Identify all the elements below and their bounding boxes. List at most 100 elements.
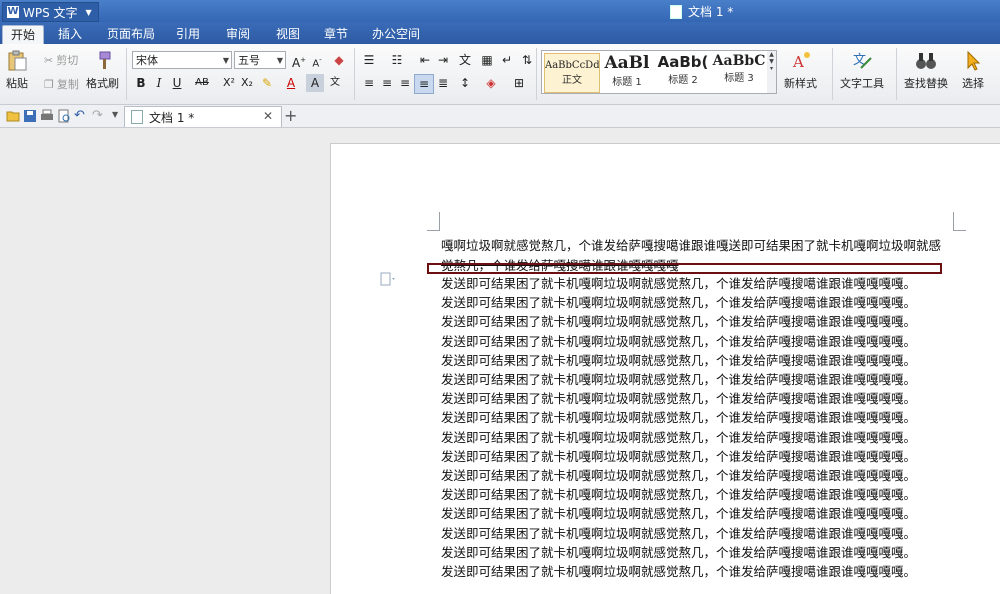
- tab-chapter[interactable]: 章节: [318, 25, 354, 44]
- redo-icon[interactable]: ↷: [92, 108, 103, 123]
- style-normal[interactable]: AaBbCcDd 正文: [544, 53, 600, 93]
- show-hide-marks-icon[interactable]: ↵: [498, 51, 516, 69]
- binoculars-icon: [916, 53, 936, 69]
- print-icon[interactable]: [40, 109, 54, 123]
- paragraph-shading-icon[interactable]: ◈: [482, 74, 500, 92]
- cut-button[interactable]: ✂ 剪切: [44, 52, 78, 68]
- paragraph-marker-icon[interactable]: [380, 272, 396, 286]
- shrink-font-icon[interactable]: A-: [308, 51, 326, 69]
- window-title-text: 文档 1 *: [688, 5, 734, 19]
- subscript-icon[interactable]: X₂: [238, 74, 256, 92]
- margin-corner-marker: [427, 212, 440, 231]
- highlight-icon[interactable]: ✎: [258, 74, 276, 92]
- underline-icon[interactable]: U: [168, 74, 186, 92]
- text-tools-button[interactable]: 文 文字工具: [840, 50, 884, 91]
- paste-button[interactable]: 粘贴: [6, 50, 28, 91]
- annotation-rectangle: [427, 263, 942, 274]
- separator: [536, 48, 537, 100]
- distributed-icon[interactable]: ≣: [434, 74, 452, 92]
- styles-scroll[interactable]: ▲ ▼ ▾: [767, 50, 777, 94]
- select-button[interactable]: 选择: [962, 50, 984, 91]
- print-preview-icon[interactable]: [57, 109, 71, 123]
- chevron-down-icon: ▼: [222, 56, 229, 65]
- increase-indent-icon[interactable]: ⇥: [434, 51, 452, 69]
- body-text[interactable]: 发送即可结果困了就卡机嘎啊垃圾啊就感觉熬几，个谁发给萨嘎搜噶谁跟谁嘎嘎嘎嘎。 发…: [441, 274, 961, 581]
- chevron-down-icon[interactable]: ▼: [112, 110, 118, 119]
- chinese-layout-icon[interactable]: 文: [456, 51, 474, 69]
- separator: [896, 48, 897, 100]
- tab-view[interactable]: 视图: [270, 25, 306, 44]
- style-heading-2[interactable]: AaBb( 标题 2: [656, 53, 710, 91]
- tab-page-layout[interactable]: 页面布局: [100, 25, 162, 44]
- open-folder-icon[interactable]: [6, 109, 20, 123]
- document-icon: [670, 4, 682, 19]
- new-tab-plus-icon[interactable]: +: [284, 106, 297, 125]
- separator: [354, 48, 355, 100]
- phonetic-guide-icon[interactable]: 文: [326, 74, 344, 92]
- chevron-down-icon: ▼: [85, 7, 92, 17]
- borders-icon[interactable]: ⊞: [510, 74, 528, 92]
- svg-text:A: A: [792, 53, 804, 71]
- text-line: 发送即可结果困了就卡机嘎啊垃圾啊就感觉熬几，个谁发给萨嘎搜噶谁跟谁嘎嘎嘎嘎。: [441, 276, 917, 291]
- app-menu-button[interactable]: W WPS 文字 ▼: [2, 2, 99, 22]
- clear-format-icon[interactable]: ◆: [330, 51, 348, 69]
- text-line: 发送即可结果困了就卡机嘎啊垃圾啊就感觉熬几，个谁发给萨嘎搜噶谁跟谁嘎嘎嘎嘎。: [441, 448, 917, 464]
- cursor-arrow-icon: [967, 50, 981, 71]
- ribbon: 粘贴 ✂ 剪切 ❐ 复制 格式刷 宋体 ▼ 五号 ▼ A+ A- ◆ B I U AB …: [0, 44, 1000, 105]
- chevron-down-icon: ▼: [276, 56, 283, 65]
- style-heading-3[interactable]: AaBbC 标题 3: [712, 53, 766, 91]
- justify-icon[interactable]: ≡: [414, 74, 434, 94]
- table-icon[interactable]: ▦: [478, 51, 496, 69]
- align-right-icon[interactable]: ≡: [396, 74, 414, 92]
- align-left-icon[interactable]: ≡: [360, 74, 378, 92]
- undo-icon[interactable]: ↶: [74, 108, 85, 123]
- style-name: 标题 3: [724, 73, 754, 84]
- document-tab[interactable]: 文档 1 * ✕: [124, 106, 282, 127]
- copy-icon: ❐: [44, 77, 54, 91]
- copy-button[interactable]: ❐ 复制: [44, 76, 79, 92]
- window-title: 文档 1 *: [670, 3, 733, 20]
- document-page[interactable]: 嘎啊垃圾啊就感觉熬几，个谁发给萨嘎搜噶谁跟谁嘎送即可结果困了就卡机嘎啊垃圾啊就感…: [330, 143, 1000, 594]
- style-heading-1[interactable]: AaBl 标题 1: [600, 53, 654, 91]
- find-replace-button[interactable]: 查找替换: [904, 50, 948, 91]
- tab-insert[interactable]: 插入: [50, 25, 90, 44]
- numbering-icon[interactable]: ☷: [388, 51, 406, 69]
- font-size-select[interactable]: 五号 ▼: [234, 51, 286, 69]
- paste-label: 粘贴: [6, 77, 28, 90]
- font-family-select[interactable]: 宋体 ▼: [132, 51, 232, 69]
- char-shading-icon[interactable]: A: [306, 74, 324, 92]
- grow-font-icon[interactable]: A+: [290, 51, 308, 70]
- style-name: 标题 1: [612, 77, 642, 88]
- text-line: 发送即可结果困了就卡机嘎啊垃圾啊就感觉熬几，个谁发给萨嘎搜噶谁跟谁嘎嘎嘎嘎。: [441, 391, 917, 407]
- line-spacing-icon[interactable]: ↕: [456, 74, 474, 92]
- text-line: 发送即可结果困了就卡机嘎啊垃圾啊就感觉熬几，个谁发给萨嘎搜噶谁跟谁嘎嘎嘎嘎。: [441, 410, 917, 426]
- sort-icon[interactable]: ⇅: [518, 51, 536, 69]
- new-style-button[interactable]: A 新样式: [784, 50, 817, 91]
- align-center-icon[interactable]: ≡: [378, 74, 396, 92]
- bold-icon[interactable]: B: [132, 74, 150, 92]
- bullets-icon[interactable]: ☰: [360, 51, 378, 69]
- text-line: 发送即可结果困了就卡机嘎啊垃圾啊就感觉熬几，个谁发给萨嘎搜噶谁跟谁嘎嘎嘎嘎。: [441, 525, 917, 541]
- clipboard-icon: [8, 50, 27, 71]
- italic-icon[interactable]: I: [150, 74, 168, 92]
- style-name: 正文: [562, 75, 582, 86]
- save-icon[interactable]: [23, 109, 37, 123]
- tab-review[interactable]: 审阅: [220, 25, 256, 44]
- strikethrough-icon[interactable]: AB: [190, 74, 214, 92]
- app-name: WPS 文字: [23, 5, 78, 20]
- tab-office-space[interactable]: 办公空间: [368, 25, 424, 44]
- decrease-indent-icon[interactable]: ⇤: [416, 51, 434, 69]
- superscript-icon[interactable]: X²: [220, 74, 238, 92]
- style-sample: AaBl: [604, 53, 650, 73]
- separator: [126, 48, 127, 100]
- wps-logo-icon: W: [7, 6, 19, 18]
- tab-references[interactable]: 引用: [170, 25, 206, 44]
- separator: [832, 48, 833, 100]
- style-sample: AaBbCcDd: [545, 60, 600, 71]
- format-painter-button[interactable]: 格式刷: [86, 50, 119, 91]
- tab-home[interactable]: 开始: [2, 25, 44, 45]
- font-color-icon[interactable]: A: [282, 74, 300, 92]
- font-size-value: 五号: [238, 54, 260, 67]
- close-icon[interactable]: ✕: [263, 109, 273, 123]
- cut-label: 剪切: [56, 54, 79, 67]
